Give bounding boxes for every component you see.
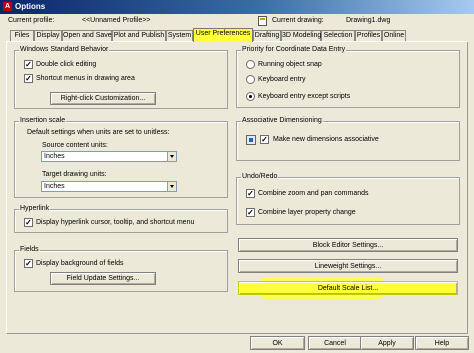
- combine-layer-checkbox[interactable]: ✓: [246, 208, 255, 217]
- undo-redo-group: Undo/Redo: [236, 173, 460, 225]
- shortcut-menus-label: Shortcut menus in drawing area: [36, 75, 135, 82]
- priority-option-running-osnap-radio[interactable]: [246, 60, 255, 69]
- windows-behavior-title: Windows Standard Behavior: [19, 46, 110, 53]
- insertion-scale-title: Insertion scale: [19, 117, 67, 124]
- priority-title: Priority for Coordinate Data Entry: [241, 46, 347, 53]
- hyperlink-title: Hyperlink: [19, 205, 51, 212]
- hyperlink-checkbox[interactable]: ✓: [24, 218, 33, 227]
- hyperlink-label: Display hyperlink cursor, tooltip, and s…: [36, 219, 195, 226]
- tab-plot-and-publish[interactable]: Plot and Publish: [112, 30, 166, 41]
- target-units-label: Target drawing units:: [42, 171, 107, 178]
- tab-open-and-save[interactable]: Open and Save: [62, 30, 112, 41]
- source-units-label: Source content units:: [42, 142, 108, 149]
- tab-3d-modeling[interactable]: 3D Modeling: [281, 30, 321, 41]
- tab-profiles[interactable]: Profiles: [355, 30, 382, 41]
- double-click-checkbox[interactable]: ✓: [24, 60, 33, 69]
- chevron-down-icon[interactable]: [167, 152, 176, 161]
- current-profile-value: <<Unnamed Profile>>: [82, 17, 151, 24]
- associative-title: Associative Dimensioning: [241, 117, 323, 124]
- priority-option-label: Keyboard entry: [258, 76, 306, 83]
- double-click-label: Double click editing: [36, 61, 97, 68]
- tab-display[interactable]: Display: [34, 30, 62, 41]
- apply-button[interactable]: Apply: [360, 336, 414, 350]
- tab-selection[interactable]: Selection: [321, 30, 355, 41]
- tab-online[interactable]: Online: [382, 30, 406, 41]
- fields-group: Fields: [14, 246, 228, 292]
- autocad-logo-icon: A: [3, 2, 12, 11]
- combine-zoom-checkbox[interactable]: ✓: [246, 189, 255, 198]
- priority-option-keyboard-except-scripts-radio[interactable]: [246, 92, 255, 101]
- fields-background-checkbox[interactable]: ✓: [24, 259, 33, 268]
- tab-drafting[interactable]: Drafting: [253, 30, 281, 41]
- lineweight-settings-button[interactable]: Lineweight Settings...: [238, 259, 458, 273]
- default-scale-list-button[interactable]: Default Scale List...: [238, 281, 458, 295]
- source-units-value: Inches: [44, 153, 65, 160]
- associative-checkbox[interactable]: ✓: [260, 135, 269, 144]
- associative-label: Make new dimensions associative: [273, 136, 379, 143]
- insertion-scale-description: Default settings when units are set to u…: [27, 129, 170, 136]
- priority-option-label: Keyboard entry except scripts: [258, 93, 351, 100]
- target-units-select[interactable]: Inches: [41, 181, 177, 192]
- right-click-customization-button[interactable]: Right-click Customization...: [50, 92, 156, 105]
- chevron-down-icon[interactable]: [167, 182, 176, 191]
- tab-system[interactable]: System: [166, 30, 193, 41]
- combine-layer-label: Combine layer property change: [258, 209, 356, 216]
- combine-zoom-label: Combine zoom and pan commands: [258, 190, 369, 197]
- window-title: Options: [15, 2, 46, 11]
- title-bar: A Options: [0, 0, 474, 14]
- tab-files[interactable]: Files: [10, 30, 34, 41]
- help-button[interactable]: Help: [415, 336, 469, 350]
- source-units-select[interactable]: Inches: [41, 151, 177, 162]
- block-editor-settings-button[interactable]: Block Editor Settings...: [238, 238, 458, 252]
- tab-user-preferences[interactable]: User Preferences: [193, 28, 253, 42]
- fields-background-label: Display background of fields: [36, 260, 124, 267]
- cancel-button[interactable]: Cancel: [308, 336, 362, 350]
- target-units-value: Inches: [44, 183, 65, 190]
- drawing-file-icon: [258, 16, 267, 26]
- current-profile-label: Current profile:: [8, 17, 55, 24]
- dimension-icon: [246, 135, 256, 145]
- fields-title: Fields: [19, 246, 40, 253]
- undo-redo-title: Undo/Redo: [241, 173, 279, 180]
- priority-option-keyboard-radio[interactable]: [246, 75, 255, 84]
- field-update-settings-button[interactable]: Field Update Settings...: [50, 272, 156, 285]
- current-drawing-value: Drawing1.dwg: [346, 17, 391, 24]
- ok-button[interactable]: OK: [250, 336, 305, 350]
- current-drawing-label: Current drawing:: [272, 17, 324, 24]
- shortcut-menus-checkbox[interactable]: ✓: [24, 74, 33, 83]
- priority-option-label: Running object snap: [258, 61, 322, 68]
